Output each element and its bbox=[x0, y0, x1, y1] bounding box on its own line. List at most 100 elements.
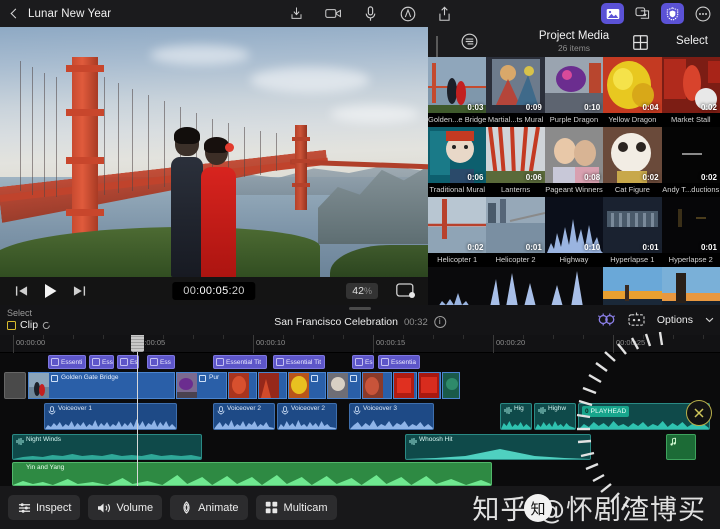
music-clip[interactable]: Yin and Yang bbox=[12, 462, 492, 486]
chevron-down-icon[interactable] bbox=[705, 317, 714, 323]
video-clip[interactable] bbox=[442, 372, 460, 399]
titles-button[interactable] bbox=[631, 3, 654, 24]
music-track[interactable]: Yin and Yang bbox=[0, 462, 720, 486]
media-item[interactable]: 0:01 Helicopter 2 bbox=[486, 197, 545, 267]
media-item[interactable]: 0:06 Traditional Mural bbox=[428, 127, 487, 197]
media-item[interactable]: 0:02 Andy T...ductions bbox=[661, 127, 720, 197]
play-button[interactable] bbox=[42, 283, 58, 299]
zoom-unit: % bbox=[363, 286, 372, 296]
media-name: Market Stall bbox=[670, 115, 711, 124]
timeline-panel[interactable]: 00:00:00 00:00:05 00:00:10 00:00:15 00:0… bbox=[0, 335, 720, 486]
record-video-icon[interactable] bbox=[325, 5, 342, 22]
audio-clip[interactable]: Hig bbox=[500, 403, 532, 430]
color-balance-icon[interactable] bbox=[597, 312, 616, 327]
media-item[interactable]: 0:03 Golden...e Bridge bbox=[428, 57, 487, 127]
audio-clip[interactable]: Highw bbox=[534, 403, 576, 430]
cycle-icon[interactable] bbox=[42, 321, 51, 330]
voiceover-icon[interactable] bbox=[399, 5, 416, 22]
audio-clip[interactable] bbox=[666, 434, 696, 460]
media-item[interactable]: 0:04 Yellow Dragon bbox=[603, 57, 662, 127]
media-item[interactable]: 0:10 Purple Dragon bbox=[544, 57, 604, 127]
close-jog-button[interactable] bbox=[686, 400, 712, 426]
video-clip[interactable] bbox=[393, 372, 417, 399]
audio-clip[interactable]: Night Winds bbox=[12, 434, 202, 460]
media-browser-button[interactable] bbox=[601, 3, 624, 24]
video-clip[interactable] bbox=[288, 372, 326, 399]
media-duration: 0:02 bbox=[700, 103, 717, 112]
skip-back-button[interactable] bbox=[13, 283, 29, 299]
title-clip[interactable]: Ess bbox=[89, 355, 114, 369]
title-clip[interactable]: Essential Tit bbox=[273, 355, 325, 369]
video-clip[interactable] bbox=[228, 372, 257, 399]
audio-clip[interactable]: Voiceover 1 bbox=[44, 403, 177, 430]
volume-button[interactable]: Volume bbox=[88, 495, 163, 520]
title-clip[interactable]: Essenti bbox=[48, 355, 86, 369]
media-item[interactable]: 0:06 Lanterns bbox=[486, 127, 545, 197]
audio-clip[interactable]: Voiceover 2 bbox=[213, 403, 275, 430]
video-track[interactable]: Golden Gate Bridge Pur bbox=[0, 372, 720, 399]
media-item[interactable] bbox=[603, 267, 662, 305]
media-item[interactable] bbox=[428, 267, 487, 305]
media-row: 0:03 Golden...e Bridge 0:09 Martial...ts… bbox=[428, 57, 720, 127]
video-clip[interactable]: Golden Gate Bridge bbox=[28, 372, 175, 399]
ruler-label: 00:00:10 bbox=[256, 338, 286, 347]
skip-forward-button[interactable] bbox=[71, 283, 87, 299]
media-item[interactable]: 0:01 Hyperlapse 1 bbox=[603, 197, 662, 267]
title-clip[interactable]: Es bbox=[352, 355, 374, 369]
multicam-button[interactable]: Multicam bbox=[255, 495, 337, 520]
track-head-icon[interactable] bbox=[4, 372, 26, 399]
effects-button[interactable] bbox=[661, 3, 684, 24]
playhead-badge[interactable]: 0 PLAYHEAD bbox=[582, 406, 630, 417]
picture-in-picture-button[interactable] bbox=[396, 283, 416, 299]
sfx-track[interactable]: Night Winds Whoosh Hit bbox=[0, 434, 720, 460]
inspect-button[interactable]: Inspect bbox=[8, 495, 81, 520]
timeline-ruler[interactable]: 00:00:00 00:00:05 00:00:10 00:00:15 00:0… bbox=[0, 335, 720, 353]
video-clip[interactable] bbox=[418, 372, 441, 399]
video-clip[interactable]: Pur bbox=[176, 372, 227, 399]
playhead[interactable] bbox=[131, 335, 144, 486]
media-item[interactable] bbox=[661, 267, 720, 305]
title-clip[interactable]: Ess bbox=[147, 355, 175, 369]
grid-view-icon[interactable] bbox=[633, 35, 648, 50]
media-item[interactable]: 0:01 Hyperlapse 2 bbox=[661, 197, 720, 267]
media-item[interactable] bbox=[544, 267, 604, 305]
title-clip[interactable]: Essential Tit bbox=[213, 355, 267, 369]
video-viewer[interactable] bbox=[0, 27, 428, 277]
options-button[interactable]: Options bbox=[657, 314, 693, 326]
audio-clip-label: Voiceover 2 bbox=[291, 405, 325, 412]
audio-clip[interactable]: Whoosh Hit bbox=[405, 434, 591, 460]
magic-assistant-icon[interactable] bbox=[628, 312, 645, 327]
media-item[interactable]: 0:08 Pageant Winners bbox=[544, 127, 604, 197]
media-item[interactable] bbox=[486, 267, 545, 305]
titles-track[interactable]: Essenti Ess Es Ess Essential Tit Essenti… bbox=[0, 355, 720, 369]
speaker-icon bbox=[97, 501, 111, 515]
media-item[interactable]: 0:09 Martial...ts Mural bbox=[486, 57, 545, 127]
video-clip[interactable] bbox=[327, 372, 361, 399]
clip-selector[interactable]: Clip bbox=[7, 319, 51, 331]
audio-clip[interactable]: Voiceover 2 bbox=[277, 403, 337, 430]
animate-button[interactable]: Animate bbox=[170, 495, 248, 520]
import-icon[interactable] bbox=[288, 5, 305, 22]
timeline-drag-handle[interactable] bbox=[349, 307, 371, 310]
media-select-button[interactable]: Select bbox=[676, 35, 708, 47]
timecode-frames: :20 bbox=[228, 285, 245, 297]
info-icon[interactable]: i bbox=[433, 316, 446, 328]
title-clip[interactable]: Essentia bbox=[378, 355, 420, 369]
voiceover-track[interactable]: Voiceover 1 Voiceover 2 Voiceover 2 Voic… bbox=[0, 403, 720, 430]
media-item[interactable]: 0:10 Highway bbox=[544, 197, 604, 267]
zoom-level[interactable]: 42% bbox=[346, 283, 378, 299]
media-item[interactable]: 0:02 Helicopter 1 bbox=[428, 197, 487, 267]
back-button[interactable] bbox=[0, 0, 28, 27]
video-clip[interactable] bbox=[258, 372, 287, 399]
timecode-display[interactable]: 00:00:05:20 bbox=[172, 282, 256, 300]
record-audio-icon[interactable] bbox=[362, 5, 379, 22]
title-clip[interactable]: Es bbox=[117, 355, 139, 369]
playhead-handle[interactable] bbox=[131, 335, 144, 352]
media-item[interactable]: 0:02 Cat Figure bbox=[603, 127, 662, 197]
media-item[interactable]: 0:02 Market Stall bbox=[661, 57, 720, 127]
sliders-icon bbox=[17, 501, 31, 515]
more-button[interactable] bbox=[691, 3, 714, 24]
share-icon[interactable] bbox=[436, 5, 453, 22]
video-clip[interactable] bbox=[362, 372, 392, 399]
audio-clip[interactable]: Voiceover 3 bbox=[349, 403, 434, 430]
